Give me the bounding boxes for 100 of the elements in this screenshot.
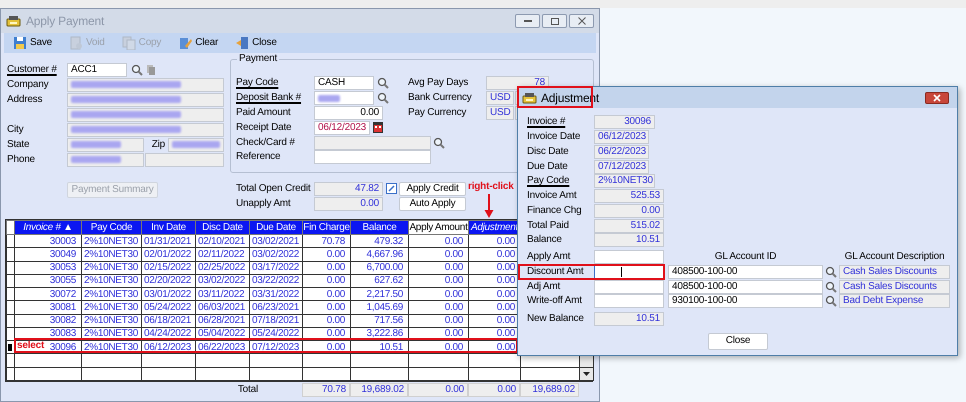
column-header[interactable]: Inv Date — [142, 220, 196, 234]
table-cell: 0.00 — [302, 314, 350, 328]
total-cell: 0.00 — [468, 383, 520, 398]
table-cell: 06/12/2023 — [142, 340, 196, 354]
edit-icon — [386, 183, 396, 194]
row-header[interactable] — [6, 261, 14, 274]
input-field[interactable] — [594, 280, 664, 294]
readonly-field: Cash Sales Discounts — [839, 264, 950, 279]
field-label: City — [7, 124, 24, 136]
field-label: Disc Date — [526, 146, 570, 158]
table-cell: 479.32 — [350, 234, 408, 248]
field-label: Unapply Amt — [235, 198, 292, 210]
table-cell: 02/10/2021 — [196, 234, 250, 248]
table-cell: 0.00 — [408, 327, 468, 340]
row-header[interactable] — [6, 340, 14, 354]
blurred-text — [172, 141, 220, 148]
field-label: Finance Chg — [526, 204, 582, 217]
column-header[interactable]: Disc Date — [196, 220, 250, 234]
link-label[interactable]: Customer # — [7, 64, 67, 76]
input-field[interactable] — [314, 150, 431, 164]
input-field[interactable] — [594, 294, 664, 308]
readonly-field: 10.51 — [594, 233, 664, 248]
input-field[interactable]: ACC1 — [67, 62, 127, 76]
table-cell: 0.00 — [408, 261, 468, 274]
row-header[interactable] — [6, 248, 14, 261]
close-button[interactable] — [569, 14, 594, 28]
toolbar-button[interactable]: Save — [13, 36, 52, 50]
column-header[interactable]: Apply Amount — [408, 220, 468, 234]
edit-button[interactable] — [385, 182, 397, 194]
table-cell: 06/22/2023 — [196, 340, 250, 354]
blurred-text — [71, 141, 121, 148]
search-button[interactable] — [130, 63, 143, 76]
column-header[interactable]: Fin Charge — [302, 220, 350, 234]
link-label[interactable]: Deposit Bank # — [231, 92, 314, 104]
row-header[interactable] — [6, 314, 14, 328]
table-cell: 1,045.69 — [350, 300, 408, 314]
search-button[interactable] — [376, 92, 389, 105]
field-label: Adj Amt — [526, 280, 562, 293]
table-cell: 0.00 — [408, 274, 468, 288]
search-button[interactable] — [824, 280, 838, 294]
table-cell: 05/24/2022 — [142, 300, 196, 314]
readonly-field: 06/22/2023 — [594, 144, 649, 159]
table-cell: 01/31/2021 — [142, 234, 196, 248]
toolbar-button[interactable]: Close — [235, 36, 277, 50]
table-cell: 2%10NET30 — [82, 340, 142, 354]
row-header[interactable] — [6, 300, 14, 314]
input-field[interactable]: 0.00 — [314, 106, 383, 120]
close-button[interactable] — [925, 92, 949, 104]
readonly-field: Bad Debt Expense — [839, 294, 950, 308]
field-label: Write-off Amt — [526, 295, 583, 308]
column-header[interactable]: Invoice # ▲ — [14, 220, 82, 234]
input-field[interactable]: 408500-100-00 — [668, 264, 823, 279]
document-icon — [122, 36, 136, 50]
row-header[interactable] — [6, 327, 14, 340]
input-field[interactable] — [314, 91, 374, 106]
maximize-button[interactable] — [542, 14, 567, 28]
apply-button[interactable]: Auto Apply — [399, 196, 466, 210]
field-label: Bank Currency — [408, 92, 473, 104]
column-header: GL Account Description — [844, 251, 946, 264]
input-field[interactable]: 930100-100-00 — [668, 294, 823, 308]
search-icon — [433, 136, 445, 149]
toolbar-button[interactable]: Clear — [178, 36, 218, 50]
search-icon — [376, 92, 388, 104]
minimize-button[interactable] — [515, 14, 540, 28]
input-field[interactable]: 06/12/2023 — [314, 120, 370, 135]
table-cell: 03/31/2022 — [250, 288, 302, 301]
apply-button[interactable]: Apply Credit — [399, 182, 466, 196]
row-header[interactable] — [6, 234, 14, 248]
table-cell: 30003 — [14, 234, 82, 248]
table-cell: 0.00 — [302, 340, 350, 354]
annotation-arrow — [484, 194, 494, 218]
search-button[interactable] — [376, 76, 389, 90]
input-field[interactable] — [594, 250, 664, 264]
row-header[interactable] — [6, 274, 14, 288]
field-label: Receipt Date — [235, 122, 292, 134]
column-header[interactable]: Balance — [350, 220, 408, 234]
row-header[interactable] — [6, 288, 14, 301]
link-label[interactable]: Pay Code — [231, 77, 314, 90]
link-label[interactable]: Invoice # — [518, 116, 594, 128]
link-label[interactable]: Pay Code — [518, 175, 594, 188]
table-cell: 06/23/2021 — [250, 300, 302, 314]
search-button[interactable] — [433, 136, 445, 150]
readonly-field: 47.82 — [314, 182, 383, 196]
input-field[interactable]: 408500-100-00 — [668, 280, 823, 294]
column-header[interactable]: Due Date — [250, 220, 302, 234]
table-cell: 2%10NET30 — [82, 261, 142, 274]
table-cell: 03/22/2022 — [250, 274, 302, 288]
table-cell: 0.00 — [408, 314, 468, 328]
table-cell: 03/01/2022 — [142, 288, 196, 301]
table-cell: 30083 — [14, 327, 82, 340]
search-button[interactable] — [824, 265, 838, 278]
document-icon — [69, 36, 83, 50]
search-button[interactable] — [824, 294, 838, 308]
calendar-button[interactable] — [372, 122, 383, 134]
readonly-field: 525.53 — [594, 189, 664, 204]
close-button[interactable]: Close — [708, 332, 768, 350]
column-header[interactable]: Pay Code — [82, 220, 142, 234]
field-label: Total Open Credit — [235, 182, 312, 194]
input-field[interactable]: CASH — [314, 76, 374, 90]
table-cell: 0.00 — [408, 248, 468, 261]
